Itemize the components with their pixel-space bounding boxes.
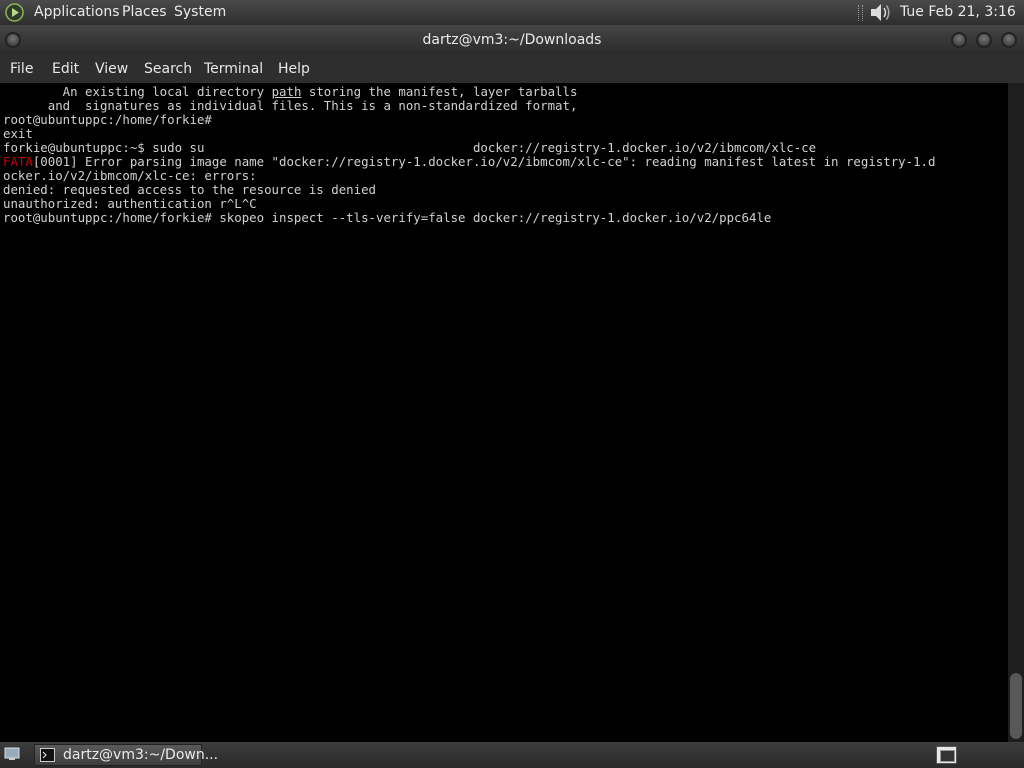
terminal-text: storing the manifest, layer tarballs [301,84,578,99]
menu-terminal[interactable]: Terminal [204,55,263,83]
menu-search[interactable]: Search [144,55,192,83]
taskbar-window-button[interactable]: dartz@vm3:~/Down... [34,744,218,766]
terminal-line: root@ubuntuppc:/home/forkie# [3,112,212,127]
fatal-label: FATA [3,154,33,169]
terminal-line: root@ubuntuppc:/home/forkie# skopeo insp… [3,210,772,225]
terminal-line: denied: requested access to the resource… [3,182,376,197]
minimize-button[interactable] [951,32,967,48]
scrollbar-thumb[interactable] [1010,673,1022,739]
window-titlebar[interactable]: dartz@vm3:~/Downloads [0,25,1024,55]
close-button[interactable] [1001,32,1017,48]
terminal-line: exit [3,126,33,141]
terminal-text: An existing local directory [3,84,272,99]
terminal-text: [0001] Error parsing image name "docker:… [32,154,936,169]
terminal-line: forkie@ubuntuppc:~$ sudo su docker://reg… [3,140,817,155]
system-menu[interactable]: System [174,0,226,25]
applications-menu[interactable]: Applications [34,0,120,25]
top-panel: Applications Places System Tue Feb 21, 3… [0,0,1024,45]
terminal-line: An existing local directory path storing… [3,84,578,99]
window-title: dartz@vm3:~/Downloads [422,32,602,48]
terminal-line: unauthorized: authentication r^L^C [3,196,257,211]
terminal-text-underlined: path [271,84,302,99]
terminal-scrollbar[interactable] [1008,83,1024,742]
maximize-button[interactable] [976,32,992,48]
bottom-panel: dartz@vm3:~/Down... [0,742,1024,768]
menu-file[interactable]: File [10,55,33,83]
terminal-output[interactable]: An existing local directory path storing… [0,83,1008,742]
terminal-line: and signatures as individual files. This… [3,98,578,113]
terminal-icon [40,748,55,762]
workspace-window-thumb [940,750,955,762]
terminal-line: ocker.io/v2/ibmcom/xlc-ce: errors: [3,168,257,183]
places-menu[interactable]: Places [122,0,167,25]
menu-edit[interactable]: Edit [52,55,79,83]
workspace-switcher-icon[interactable] [936,746,957,764]
app-logo-icon[interactable] [5,3,24,22]
speaker-icon[interactable] [868,2,892,23]
menu-help[interactable]: Help [278,55,310,83]
show-desktop-icon[interactable] [4,746,20,762]
terminal-line: FATA[0001] Error parsing image name "doc… [3,155,935,169]
menubar: File Edit View Search Terminal Help [0,55,1024,83]
taskbar-window-label: dartz@vm3:~/Down... [63,747,219,763]
clock[interactable]: Tue Feb 21, 3:16 AM [900,0,1024,45]
menu-view[interactable]: View [95,55,128,83]
panel-separator [858,5,863,21]
